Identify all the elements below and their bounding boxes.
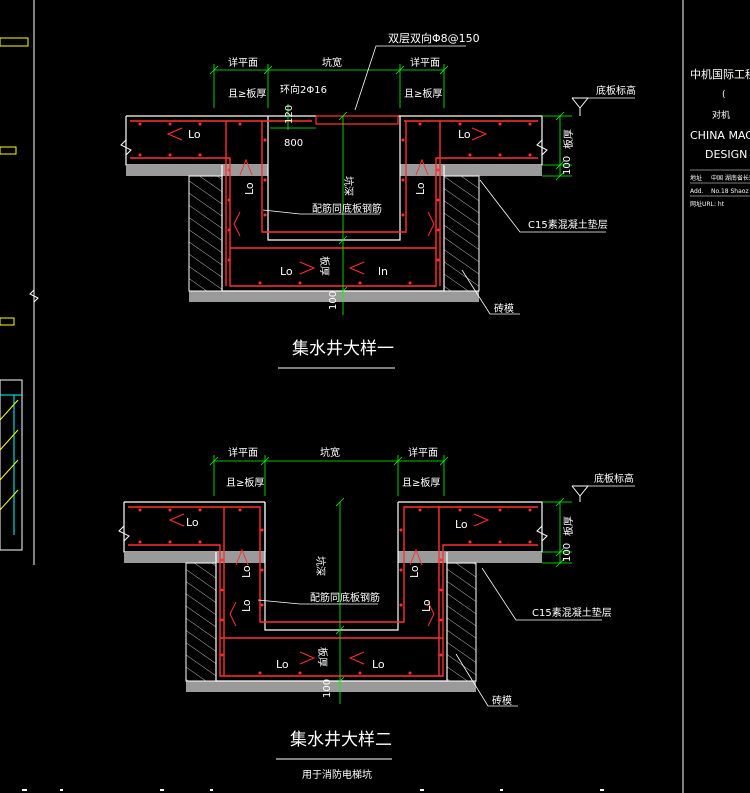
title-block-row1-value: 中国 湖南省长沙: [711, 174, 750, 182]
depth-label-2: 坑深: [314, 556, 327, 576]
subtitle-detail-2: 用于消防电梯坑: [302, 768, 372, 781]
dimensions-1: [209, 64, 572, 315]
pit-inner-outline-2: [264, 502, 399, 631]
dim-100-bottom-1: 100: [328, 291, 339, 310]
slab-thk-bottom-1: 板厚: [318, 256, 331, 276]
sump-detail-2: Lo Lo Lo Lo Lo Lo Lo Lo 详平面 坑宽 详平面 且≥板厚 …: [118, 446, 635, 781]
pit-inner-outline-1: [267, 116, 401, 241]
note-width-right-1: 且≥板厚: [404, 87, 442, 100]
bottom-fragments: [22, 789, 604, 791]
note-c15-2: C15素混凝土垫层: [532, 606, 612, 619]
brick-wall-right-1: [443, 175, 480, 292]
lo-label-1e: Lo: [280, 265, 293, 278]
title-block-row1-label: 地址: [690, 174, 702, 182]
note-floor-elev-2: 底板标高: [594, 472, 634, 485]
cad-drawing: 中机国际工程设 ( 对机 CHINA MACH DESIGN & 地址 中国 湖…: [0, 0, 750, 793]
lo-label-2c: Lo: [240, 565, 253, 578]
slab-thk-right-1: 板厚: [562, 129, 575, 149]
lo-label-2a: Lo: [186, 516, 199, 529]
slab-thk-right-2: 板厚: [562, 516, 575, 536]
title-block-line3: 对机: [712, 109, 730, 121]
left-sidebar-fragment: [0, 0, 39, 565]
cushion-layer-right-1: [400, 165, 542, 176]
note-same-rebar-1: 配筋同底板钢筋: [312, 202, 382, 215]
note-same-rebar-2: 配筋同底板钢筋: [310, 591, 380, 604]
lo-label-2d: Lo: [408, 565, 421, 578]
dim-detail-plan-right-2: 详平面: [408, 446, 438, 459]
note-brick-1: 砖模: [494, 302, 514, 315]
note-brick-2: 砖模: [492, 694, 512, 707]
title-block-row3-label: 网址URL: [690, 200, 715, 208]
lo-label-2g: Lo: [276, 658, 289, 671]
cushion-layer-right-2: [398, 552, 542, 563]
note-c15-1: C15素混凝土垫层: [528, 218, 608, 231]
slab-thk-bottom-2: 板厚: [316, 647, 329, 667]
dim-120-1: 120: [284, 105, 295, 124]
elevation-mark-2: [571, 485, 590, 497]
lo-label-1a: Lo: [188, 128, 201, 141]
brick-wall-left-1: [188, 175, 223, 292]
title-block-company-en1: CHINA MACH: [690, 129, 750, 142]
dimensions-2: [209, 455, 572, 704]
title-block: 中机国际工程设 ( 对机 CHINA MACH DESIGN & 地址 中国 湖…: [682, 0, 750, 793]
dim-100-right-2: 100: [562, 543, 573, 562]
lo-label-1b: Lo: [458, 128, 471, 141]
lo-label-2h: Lo: [372, 658, 385, 671]
note-floor-elev-1: 底板标高: [596, 84, 636, 97]
dim-100-bottom-2: 100: [322, 679, 333, 698]
note-rebar-top-1: 双层双向Φ8@150: [388, 31, 480, 45]
lo-label-1d: Lo: [414, 182, 427, 195]
note-width-left-1: 且≥板厚: [228, 87, 266, 100]
cushion-layer-left-1: [126, 165, 268, 176]
dim-detail-plan-left-2: 详平面: [228, 446, 258, 459]
dim-pit-width-2: 坑宽: [320, 446, 340, 459]
title-block-row3-value: : ht: [714, 201, 725, 208]
dim-100-right-1: 100: [562, 156, 573, 175]
lo-label-1c: Lo: [243, 182, 256, 195]
dim-detail-plan-right-1: 详平面: [410, 56, 440, 69]
note-width-right-2: 且≥板厚: [402, 476, 440, 489]
title-block-company-en2: DESIGN &: [705, 148, 750, 161]
sump-detail-1: Lo Lo Lo Lo Lo ln 详平面 坑宽 详平面 且≥板厚 且≥板厚 环…: [120, 31, 636, 369]
lo-label-2e: Lo: [240, 599, 253, 612]
title-detail-2: 集水井大样二: [290, 730, 392, 750]
title-block-row2-value: No.18 Shaoz: [711, 188, 749, 195]
note-ring-bar-1: 环向2Φ16: [280, 83, 327, 96]
note-width-left-2: 且≥板厚: [226, 476, 264, 489]
title-block-row2-label: Add.: [690, 188, 704, 195]
lo-label-2b: Lo: [455, 518, 468, 531]
dim-800-1: 800: [284, 138, 303, 149]
title-detail-1: 集水井大样一: [292, 339, 394, 359]
dim-detail-plan-left-1: 详平面: [228, 56, 258, 69]
brick-wall-left-2: [185, 562, 217, 682]
title-block-company-cn: 中机国际工程设: [690, 67, 750, 81]
ln-label-1: ln: [378, 265, 388, 278]
dim-pit-width-1: 坑宽: [322, 56, 342, 69]
title-block-line2: (: [722, 90, 726, 100]
elevation-mark-1: [571, 97, 590, 109]
depth-label-1: 坑深: [342, 176, 355, 196]
lo-label-2f: Lo: [420, 599, 433, 612]
